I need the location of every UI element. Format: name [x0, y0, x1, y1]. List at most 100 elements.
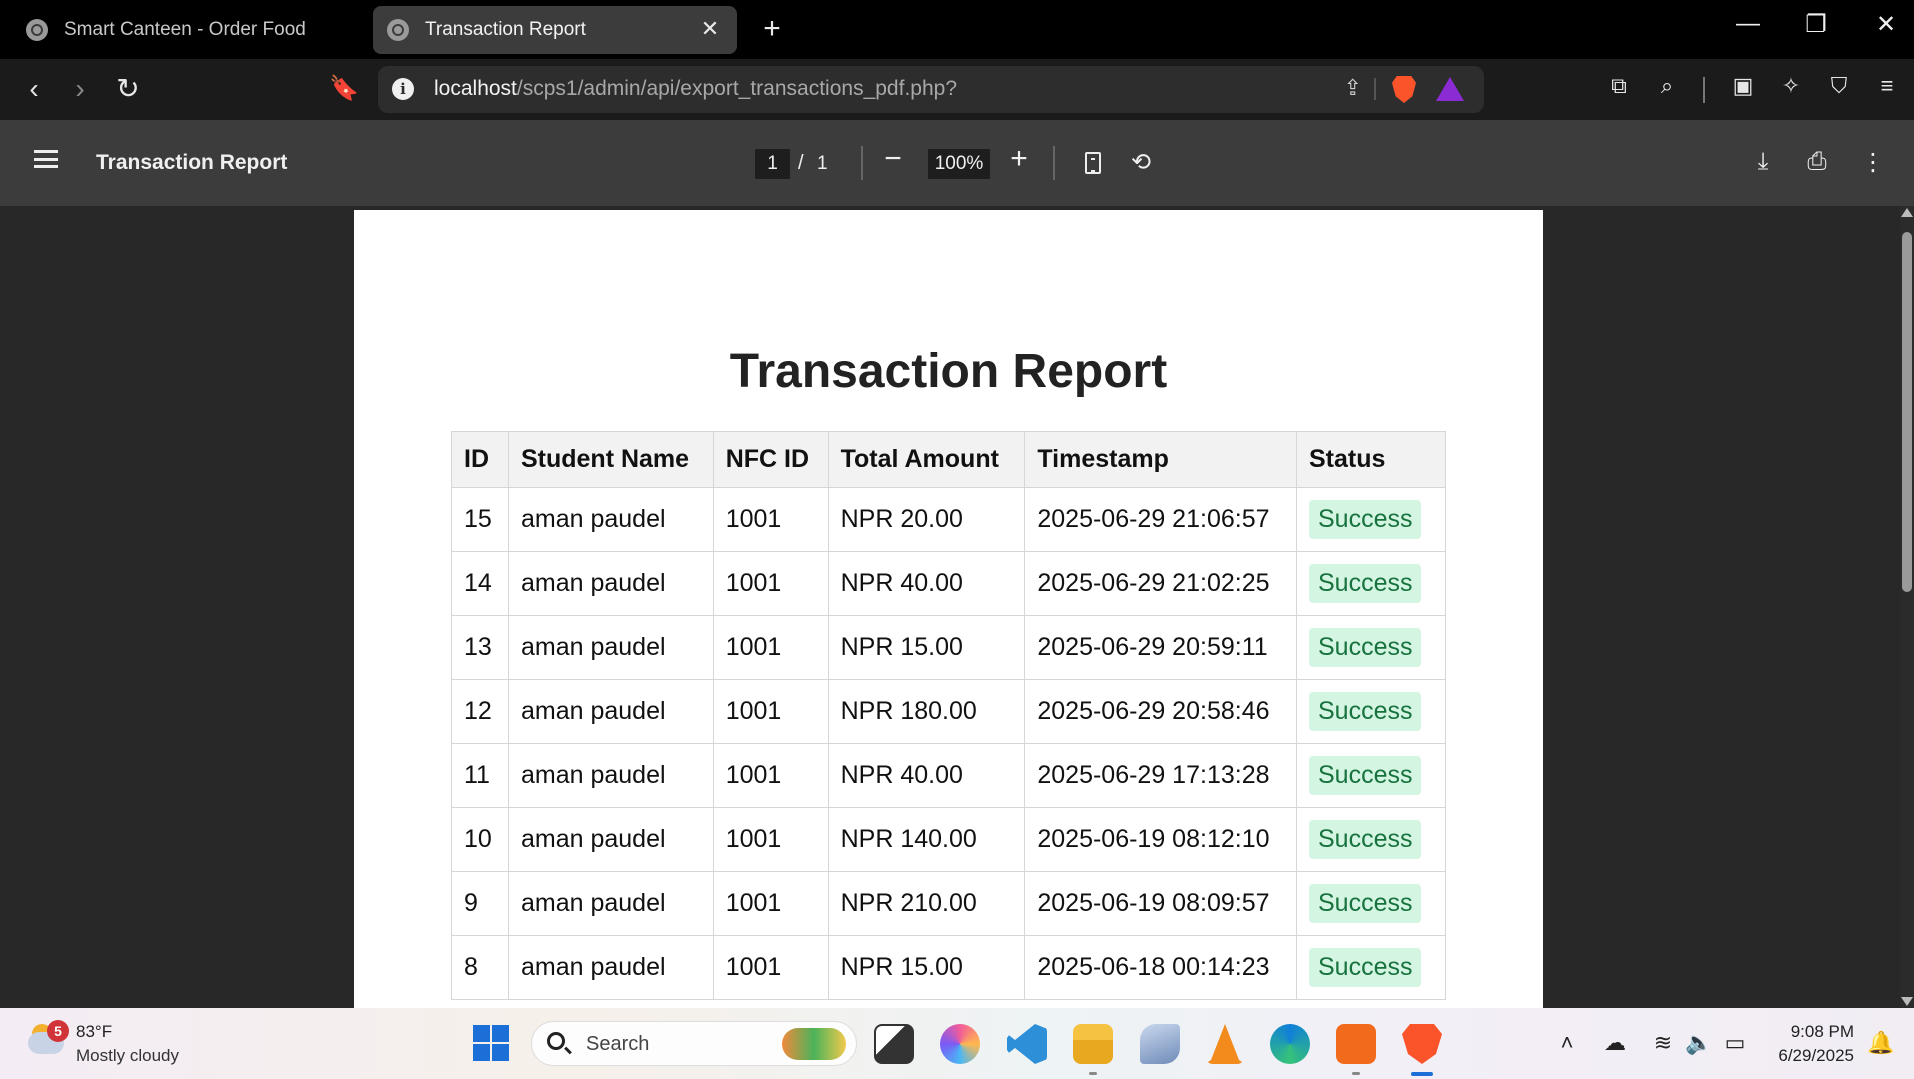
- cell-student-name: aman paudel: [507, 807, 714, 872]
- bookmark-icon[interactable]: 🔖: [326, 71, 362, 107]
- battery-icon[interactable]: ▭: [1720, 1030, 1750, 1056]
- cell-id: 15: [451, 487, 509, 552]
- table-row: 10 aman paudel 1001 NPR 140.00 2025-06-19 08…: [451, 807, 1446, 872]
- vscode-icon[interactable]: [1007, 1024, 1047, 1064]
- search-icon: [547, 1032, 565, 1050]
- scrollbar-thumb[interactable]: [1902, 232, 1912, 592]
- cell-timestamp: 2025-06-29 21:02:25: [1024, 551, 1297, 616]
- cell-student-name: aman paudel: [507, 871, 714, 936]
- active-app-indicator: [1411, 1072, 1433, 1076]
- more-options-icon[interactable]: ⋮: [1856, 148, 1890, 177]
- wallet-icon[interactable]: ▣: [1726, 73, 1760, 99]
- cell-status: Success: [1296, 871, 1446, 936]
- copilot-icon[interactable]: [940, 1024, 980, 1064]
- scroll-down-icon[interactable]: [1901, 997, 1913, 1006]
- edge-icon[interactable]: [1270, 1024, 1310, 1064]
- minimize-window-icon[interactable]: —: [1728, 10, 1768, 38]
- zoom-in-icon[interactable]: +: [1002, 142, 1036, 176]
- tab-search-icon[interactable]: ⌕: [1650, 73, 1684, 99]
- cell-nfc-id: 1001: [712, 615, 829, 680]
- new-tab-button[interactable]: +: [756, 12, 788, 46]
- back-icon[interactable]: ‹: [16, 71, 52, 107]
- onedrive-icon[interactable]: ☁: [1600, 1030, 1630, 1056]
- rotate-icon[interactable]: ⟲: [1124, 148, 1158, 177]
- page-number-input[interactable]: [755, 149, 790, 179]
- browser-toolbar: ‹ › ↻ 🔖 i localhost/scps1/admin/api/expo…: [0, 59, 1914, 120]
- divider: [1703, 77, 1705, 103]
- vpn-icon[interactable]: ⛉: [1822, 73, 1856, 99]
- address-bar[interactable]: i localhost/scps1/admin/api/export_trans…: [378, 66, 1484, 113]
- cell-timestamp: 2025-06-19 08:09:57: [1024, 871, 1297, 936]
- report-title: Transaction Report: [729, 345, 1168, 398]
- cell-status: Success: [1296, 551, 1446, 616]
- sidebar-menu-icon[interactable]: [34, 150, 58, 168]
- close-window-icon[interactable]: ✕: [1866, 10, 1906, 39]
- windows-start-icon[interactable]: [473, 1025, 509, 1061]
- close-tab-icon[interactable]: ✕: [697, 16, 723, 42]
- cell-status: Success: [1296, 615, 1446, 680]
- file-explorer-icon[interactable]: [1073, 1024, 1113, 1064]
- cell-status: Success: [1296, 935, 1446, 1000]
- scroll-up-icon[interactable]: [1901, 208, 1913, 217]
- divider: [1053, 146, 1055, 180]
- cell-nfc-id: 1001: [712, 935, 829, 1000]
- cell-status: Success: [1296, 679, 1446, 744]
- status-badge: Success: [1309, 692, 1422, 731]
- windows-taskbar: 5 83°F Mostly cloudy Search ˄ ☁ ≋ 🔈 ▭ 9:…: [0, 1008, 1914, 1079]
- tab-transaction-report[interactable]: Transaction Report ✕: [373, 6, 737, 54]
- xampp-icon[interactable]: [1336, 1024, 1376, 1064]
- menu-icon[interactable]: ≡: [1870, 73, 1904, 99]
- share-icon[interactable]: ⇪: [1344, 75, 1362, 101]
- cell-timestamp: 2025-06-29 21:06:57: [1024, 487, 1297, 552]
- cell-total-amount: NPR 15.00: [827, 615, 1026, 680]
- search-label: Search: [586, 1033, 650, 1055]
- wifi-icon[interactable]: ≋: [1648, 1030, 1678, 1056]
- zoom-out-icon[interactable]: −: [876, 142, 910, 176]
- task-view-icon[interactable]: [874, 1024, 914, 1064]
- show-hidden-icons-icon[interactable]: ˄: [1552, 1030, 1582, 1056]
- download-icon[interactable]: ⤓: [1746, 148, 1780, 176]
- zoom-level-input[interactable]: [928, 149, 990, 179]
- cell-timestamp: 2025-06-29 17:13:28: [1024, 743, 1297, 808]
- cell-nfc-id: 1001: [712, 743, 829, 808]
- clock-date[interactable]: 6/29/2025: [1770, 1046, 1854, 1066]
- tab-smart-canteen[interactable]: Smart Canteen - Order Food: [12, 6, 364, 54]
- vlc-icon[interactable]: [1205, 1024, 1245, 1064]
- cell-total-amount: NPR 40.00: [827, 551, 1026, 616]
- restore-window-icon[interactable]: ❐: [1796, 10, 1836, 39]
- print-icon[interactable]: ⎙: [1800, 148, 1834, 176]
- cell-nfc-id: 1001: [712, 487, 829, 552]
- cell-id: 8: [451, 935, 509, 1000]
- volume-icon[interactable]: 🔈: [1684, 1030, 1714, 1056]
- vertical-scrollbar[interactable]: [1900, 206, 1914, 1008]
- brave-rewards-icon[interactable]: [1436, 77, 1464, 101]
- site-info-icon[interactable]: i: [392, 78, 414, 100]
- cell-id: 9: [451, 871, 509, 936]
- pdf-document-title: Transaction Report: [96, 151, 288, 174]
- brave-browser-icon[interactable]: [1402, 1024, 1442, 1064]
- clock-time[interactable]: 9:08 PM: [1770, 1022, 1854, 1042]
- cell-timestamp: 2025-06-18 00:14:23: [1024, 935, 1297, 1000]
- forward-icon[interactable]: ›: [62, 71, 98, 107]
- brave-shields-icon[interactable]: [1392, 76, 1416, 103]
- status-badge: Success: [1309, 564, 1422, 603]
- reload-icon[interactable]: ↻: [110, 71, 146, 107]
- column-header-status: Status: [1296, 431, 1446, 488]
- cell-nfc-id: 1001: [712, 807, 829, 872]
- taskbar-search[interactable]: Search: [531, 1021, 857, 1066]
- cell-id: 12: [451, 679, 509, 744]
- url-text[interactable]: localhost/scps1/admin/api/export_transac…: [434, 77, 957, 101]
- notifications-icon[interactable]: 🔔: [1866, 1030, 1896, 1056]
- pdf-toolbar: Transaction Report / 1 − + ⟲ ⤓ ⎙ ⋮: [0, 120, 1914, 206]
- weather-temperature: 83°F: [76, 1022, 113, 1041]
- cell-nfc-id: 1001: [712, 871, 829, 936]
- fit-to-page-icon[interactable]: [1085, 152, 1101, 174]
- page-separator: /: [798, 152, 804, 174]
- app-icon[interactable]: [1140, 1024, 1180, 1064]
- cell-student-name: aman paudel: [507, 679, 714, 744]
- cell-nfc-id: 1001: [712, 551, 829, 616]
- cell-student-name: aman paudel: [507, 487, 714, 552]
- extensions-icon[interactable]: ⧉: [1602, 73, 1636, 99]
- cell-status: Success: [1296, 743, 1446, 808]
- leo-ai-icon[interactable]: ✧: [1774, 73, 1808, 99]
